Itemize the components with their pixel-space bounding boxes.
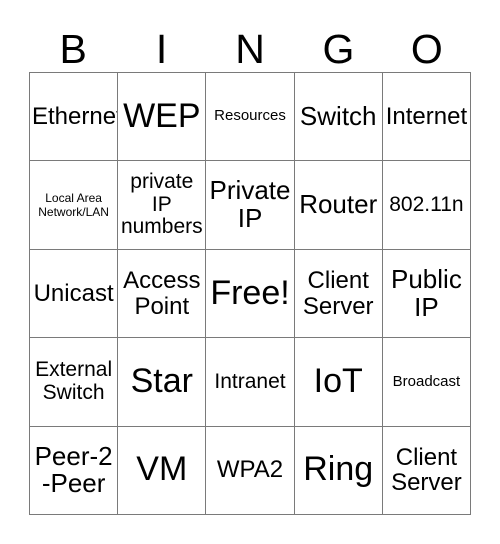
bingo-cell-label: Router [299,189,378,220]
bingo-cell-label: Client Server [302,266,374,320]
bingo-cell[interactable]: Broadcast [382,338,472,427]
bingo-cell-free[interactable]: Free! [206,249,295,339]
bingo-cell-label: Star [130,362,193,401]
bingo-cell-label: Local Area Network/LAN [38,190,109,220]
bingo-cell[interactable]: Peer-2 -Peer [30,426,119,516]
bingo-cell[interactable]: Access Point [118,249,207,339]
bingo-cell[interactable]: Client Server [382,426,472,516]
bingo-cell-label: Ring [303,450,374,489]
bingo-cell[interactable]: Internet [382,73,472,162]
bingo-cell[interactable]: Intranet [206,338,295,427]
bingo-cell-label: Access Point [123,266,201,320]
bingo-cell-label: Peer-2 -Peer [34,440,113,499]
header-letter-b: B [59,26,87,72]
bingo-cell[interactable]: private IP numbers [118,161,207,250]
bingo-cell-label: Internet [385,102,468,130]
bingo-row: Local Area Network/LAN private IP number… [30,161,472,250]
bingo-cell[interactable]: Public IP [382,249,472,339]
bingo-cell-label: WPA2 [216,456,284,484]
bingo-cell[interactable]: Router [294,161,383,250]
bingo-cell[interactable]: Local Area Network/LAN [30,161,119,250]
bingo-cell[interactable]: Resources [206,73,295,162]
bingo-cell-label: private IP numbers [120,170,203,239]
bingo-cell-label: Intranet [214,369,286,393]
bingo-grid: Ethernet WEP Resources Switch Internet L… [29,72,472,516]
bingo-cell[interactable]: Private IP [206,161,295,250]
bingo-cell[interactable]: Ring [294,426,383,516]
bingo-card: B I N G O Ethernet WEP Resources Switch … [0,0,500,544]
bingo-cell-label: WEP [123,96,201,135]
header-letter-o: O [410,26,443,72]
bingo-cell[interactable]: IoT [294,338,383,427]
header-letter-i: I [155,26,168,72]
bingo-cell[interactable]: Star [118,338,207,427]
bingo-free-label: Free! [210,273,290,312]
bingo-cell-label: Private IP [209,175,291,234]
bingo-cell[interactable]: VM [118,426,207,516]
bingo-cell-label: VM [136,450,188,489]
bingo-row: Unicast Access Point Free! Client Server… [30,249,472,339]
bingo-cell[interactable]: Switch [294,73,383,162]
bingo-cell-label: 802.11n [389,192,464,216]
bingo-cell-label: External Switch [35,358,113,404]
bingo-cell-label: IoT [313,362,363,401]
bingo-cell[interactable]: Unicast [30,249,119,339]
bingo-cell-label: Client Server [391,443,462,497]
bingo-cell[interactable]: External Switch [30,338,119,427]
bingo-cell[interactable]: Client Server [294,249,383,339]
bingo-header: B I N G O [29,14,471,72]
bingo-cell[interactable]: WPA2 [206,426,295,516]
bingo-row: Ethernet WEP Resources Switch Internet [30,73,472,162]
bingo-cell-label: Switch [299,100,377,131]
bingo-cell[interactable]: WEP [118,73,207,162]
header-letter-n: N [235,26,265,72]
bingo-cell[interactable]: 802.11n [382,161,472,250]
header-letter-g: G [322,26,355,72]
bingo-cell-label: Resources [214,107,286,125]
bingo-row: Peer-2 -Peer VM WPA2 Ring Client Server [30,426,472,516]
bingo-cell[interactable]: Ethernet [30,73,119,162]
bingo-row: External Switch Star Intranet IoT Broadc… [30,338,472,427]
bingo-cell-label: Broadcast [392,372,461,390]
bingo-cell-label: Ethernet [32,102,119,130]
bingo-cell-label: Public IP [391,263,462,322]
bingo-cell-label: Unicast [33,279,114,307]
